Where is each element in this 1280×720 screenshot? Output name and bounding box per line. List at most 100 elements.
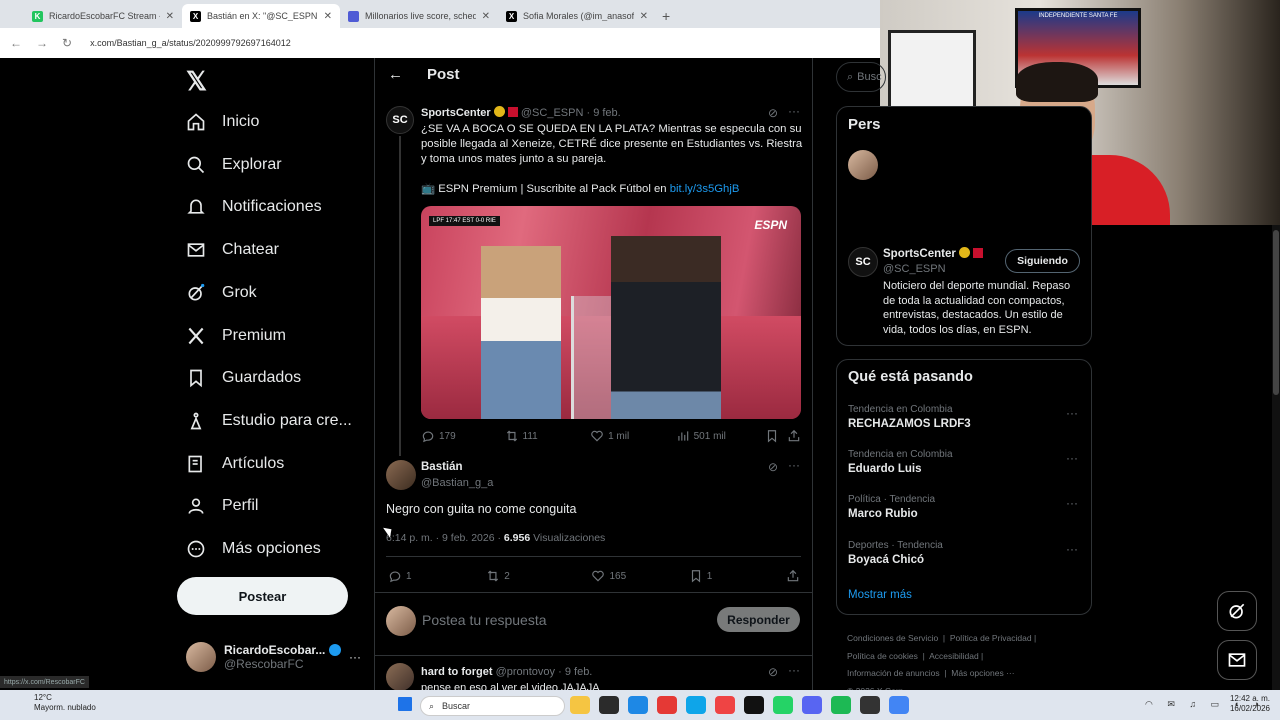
nav-item-estudio[interactable]: Estudio para cre... <box>186 404 352 438</box>
search-input[interactable]: ⌕ Busc <box>836 62 886 92</box>
grok-icon[interactable]: ⊘ <box>768 665 778 679</box>
promo-link[interactable]: bit.ly/3s5GhjB <box>670 183 740 195</box>
grok-icon[interactable]: ⊘ <box>768 106 778 120</box>
more-icon[interactable]: ··· <box>788 458 800 472</box>
avatar[interactable] <box>848 150 878 180</box>
taskbar-app-icon[interactable] <box>628 696 648 714</box>
nav-item-premium[interactable]: Premium <box>186 319 286 353</box>
footer-link[interactable]: Información de anuncios <box>847 668 940 678</box>
repost-action[interactable]: 111 <box>505 429 591 443</box>
tweet-date[interactable]: 9 feb. <box>565 666 593 678</box>
nav-item-explorar[interactable]: Explorar <box>186 148 282 182</box>
avatar[interactable]: SC <box>848 247 878 277</box>
browser-tab-1[interactable]: K RicardoEscobarFC Stream - Wa ✕ <box>24 4 182 28</box>
footer-link[interactable]: Política de Privacidad <box>950 633 1032 643</box>
nav-item-guardados[interactable]: Guardados <box>186 361 301 395</box>
taskbar-app-icon[interactable] <box>889 696 909 714</box>
share-action[interactable] <box>786 569 800 583</box>
taskbar-app-icon[interactable] <box>570 696 590 714</box>
windows-start-icon[interactable] <box>398 697 412 711</box>
more-icon[interactable]: ··· <box>788 104 800 118</box>
avatar[interactable] <box>386 460 416 490</box>
reply-button[interactable]: Responder <box>717 607 800 632</box>
profile-name[interactable]: SportsCenter <box>883 248 956 260</box>
nav-item-notificaciones[interactable]: Notificaciones <box>186 190 322 224</box>
more-icon[interactable]: ··· <box>788 663 800 677</box>
nav-item-inicio[interactable]: Inicio <box>186 105 259 139</box>
following-button[interactable]: Siguiendo <box>1005 249 1080 273</box>
bookmark-action[interactable]: 1 <box>689 569 786 583</box>
next-tweet[interactable]: hard to forget @prontovoy · 9 feb. pense… <box>386 663 806 690</box>
browser-tab-2[interactable]: X Bastián en X: "@SC_ESPN N ✕ <box>182 4 340 28</box>
back-arrow-icon[interactable]: ← <box>388 66 403 83</box>
new-tab-button[interactable]: + <box>656 4 676 28</box>
more-icon[interactable]: ··· <box>1066 451 1078 465</box>
more-icon[interactable]: ··· <box>349 650 361 664</box>
reload-icon[interactable]: ↻ <box>62 36 72 50</box>
trend-item[interactable]: Tendencia en Colombia Eduardo Luis ··· <box>848 449 1083 475</box>
x-logo-icon[interactable]: 𝕏 <box>186 66 207 97</box>
close-icon[interactable]: ✕ <box>166 11 174 22</box>
taskbar-app-icon[interactable] <box>744 696 764 714</box>
author-name[interactable]: hard to forget <box>421 666 493 678</box>
close-icon[interactable]: ✕ <box>482 11 490 22</box>
like-action[interactable]: 165 <box>591 569 688 583</box>
grok-icon[interactable]: ⊘ <box>768 460 778 474</box>
tweet-time[interactable]: 6:14 p. m. · 9 feb. 2026 · <box>386 532 504 544</box>
browser-tab-4[interactable]: X Sofia Morales (@im_anasofia2) ✕ <box>498 4 656 28</box>
repost-action[interactable]: 2 <box>486 569 591 583</box>
nav-item-articulos[interactable]: Artículos <box>186 447 284 481</box>
avatar[interactable]: SC <box>386 106 414 134</box>
weather-widget[interactable]: 12°C Mayorm. nublado <box>10 693 96 713</box>
post-button[interactable]: Postear <box>177 577 348 615</box>
more-icon[interactable]: ··· <box>1066 406 1078 420</box>
avatar[interactable] <box>386 663 414 690</box>
trend-item[interactable]: Tendencia en Colombia RECHAZAMOS LRDF3 ··· <box>848 404 1083 430</box>
scrollbar[interactable] <box>1272 225 1280 695</box>
taskbar-app-icon[interactable] <box>657 696 677 714</box>
author-name[interactable]: SportsCenter <box>421 107 491 119</box>
taskbar-app-icon[interactable] <box>802 696 822 714</box>
more-icon[interactable]: ··· <box>1066 496 1078 510</box>
scrollbar-thumb[interactable] <box>1273 230 1279 395</box>
views-action[interactable]: 501 mil <box>676 429 766 443</box>
trend-item[interactable]: Política · Tendencia Marco Rubio ··· <box>848 494 1083 520</box>
reply-action[interactable]: 179 <box>421 429 505 443</box>
bookmark-action[interactable] <box>765 429 787 443</box>
like-action[interactable]: 1 mil <box>590 429 676 443</box>
taskbar-search[interactable]: ⌕ Buscar <box>420 696 565 716</box>
share-action[interactable] <box>787 429 801 443</box>
tweet-date[interactable]: 9 feb. <box>593 107 621 119</box>
reply-input[interactable]: Postea tu respuesta <box>422 612 547 628</box>
taskbar-app-icon[interactable] <box>599 696 619 714</box>
taskbar-app-icon[interactable] <box>773 696 793 714</box>
taskbar-app-icon[interactable] <box>686 696 706 714</box>
grok-fab-button[interactable] <box>1217 591 1257 631</box>
nav-item-chatear[interactable]: Chatear <box>186 233 279 267</box>
reply-action[interactable]: 1 <box>388 569 486 583</box>
forward-icon[interactable]: → <box>36 36 48 50</box>
taskbar-app-icon[interactable] <box>860 696 880 714</box>
close-icon[interactable]: ✕ <box>640 11 648 22</box>
browser-tab-3[interactable]: Millonarios live score, schedule ✕ <box>340 4 498 28</box>
tweet-video[interactable]: LPF 17:47 EST 0-0 RIE ESPN <box>421 206 801 419</box>
taskbar-app-icon[interactable] <box>715 696 735 714</box>
footer-link[interactable]: Más opciones ··· <box>951 668 1014 678</box>
footer-link[interactable]: Política de cookies <box>847 651 918 661</box>
footer-link[interactable]: Accesibilidad <box>929 651 979 661</box>
footer-link[interactable]: Condiciones de Servicio <box>847 633 938 643</box>
messages-fab-button[interactable] <box>1217 640 1257 680</box>
close-icon[interactable]: ✕ <box>324 11 332 22</box>
account-switcher[interactable]: RicardoEscobar... @RescobarFC ··· <box>186 640 361 674</box>
nav-item-perfil[interactable]: Perfil <box>186 489 258 523</box>
clock[interactable]: 12:42 a. m. 16/02/2026 <box>1218 694 1270 714</box>
trend-item[interactable]: Deportes · Tendencia Boyacá Chicó ··· <box>848 540 1083 566</box>
nav-item-grok[interactable]: Grok <box>186 276 257 310</box>
url-field[interactable]: x.com/Bastian_g_a/status/202099979269716… <box>90 38 291 48</box>
back-icon[interactable]: ← <box>10 36 22 50</box>
taskbar-app-icon[interactable] <box>831 696 851 714</box>
nav-item-mas-opciones[interactable]: Más opciones <box>186 532 321 566</box>
author-name[interactable]: Bastián <box>421 461 463 473</box>
show-more-link[interactable]: Mostrar más <box>848 589 912 601</box>
more-icon[interactable]: ··· <box>1066 542 1078 556</box>
